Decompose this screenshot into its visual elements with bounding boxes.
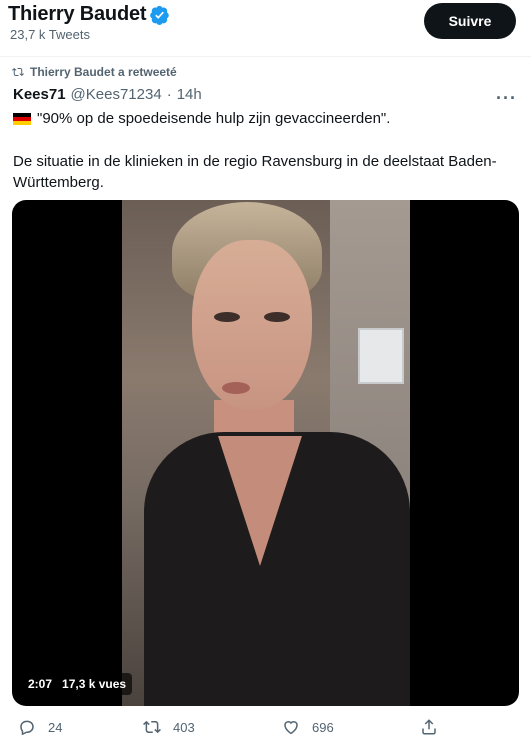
retweet-icon (12, 67, 24, 77)
tweet-quote-text: "90% op de spoedeisende hulp zijn gevacc… (37, 110, 391, 127)
left-eye (214, 312, 240, 322)
author-name[interactable]: Kees71 (13, 86, 66, 103)
like-count: 696 (312, 719, 334, 735)
heart-icon (284, 721, 298, 735)
tweet-time[interactable]: 14h (177, 86, 202, 103)
tweet-body-text: De situatie in de klinieken in de regio … (13, 153, 497, 191)
shirt-vneck (218, 436, 302, 566)
author-handle[interactable]: @Kees71234 (71, 86, 162, 103)
tweet-first-line: "90% op de spoedeisende hulp zijn gevacc… (13, 110, 390, 127)
tweet-author-row: Kees71 @Kees71234 · 14h (13, 86, 202, 103)
share-icon (422, 719, 436, 735)
person-face (192, 240, 312, 410)
more-horizontal-icon[interactable]: ··· (496, 88, 517, 109)
profile-name[interactable]: Thierry Baudet (8, 3, 147, 26)
retweet-count: 403 (173, 719, 195, 735)
reply-icon (20, 720, 34, 736)
video-duration: 2:07 (28, 677, 53, 691)
verified-badge-icon (150, 5, 170, 25)
profile-header: Thierry Baudet 23,7 k Tweets Suivre (0, 0, 531, 56)
video-player[interactable] (12, 200, 519, 706)
tweet-actions: 24 403 696 (0, 716, 531, 740)
retweet-indicator[interactable]: Thierry Baudet a retweeté (12, 65, 177, 79)
retweet-label: Thierry Baudet a retweeté (30, 65, 177, 79)
follow-button[interactable]: Suivre (424, 3, 516, 39)
video-info-badge: 2:07 17,3 k vues (22, 673, 133, 695)
profile-name-row: Thierry Baudet (8, 3, 170, 26)
header-divider (0, 56, 531, 57)
share-button[interactable] (420, 718, 438, 736)
reply-button[interactable]: 24 (18, 718, 62, 736)
separator-dot: · (166, 86, 172, 103)
retweet-button[interactable]: 403 (143, 718, 195, 736)
retweet-action-icon (143, 720, 161, 734)
like-button[interactable]: 696 (282, 718, 334, 736)
tweet-count: 23,7 k Tweets (10, 27, 90, 42)
right-eye (264, 312, 290, 322)
video-views: 17,3 k vues (62, 677, 127, 691)
background-poster (358, 328, 404, 384)
video-frame (122, 200, 410, 706)
person-mouth (222, 382, 250, 394)
germany-flag-icon (13, 112, 31, 125)
reply-count: 24 (48, 719, 63, 735)
